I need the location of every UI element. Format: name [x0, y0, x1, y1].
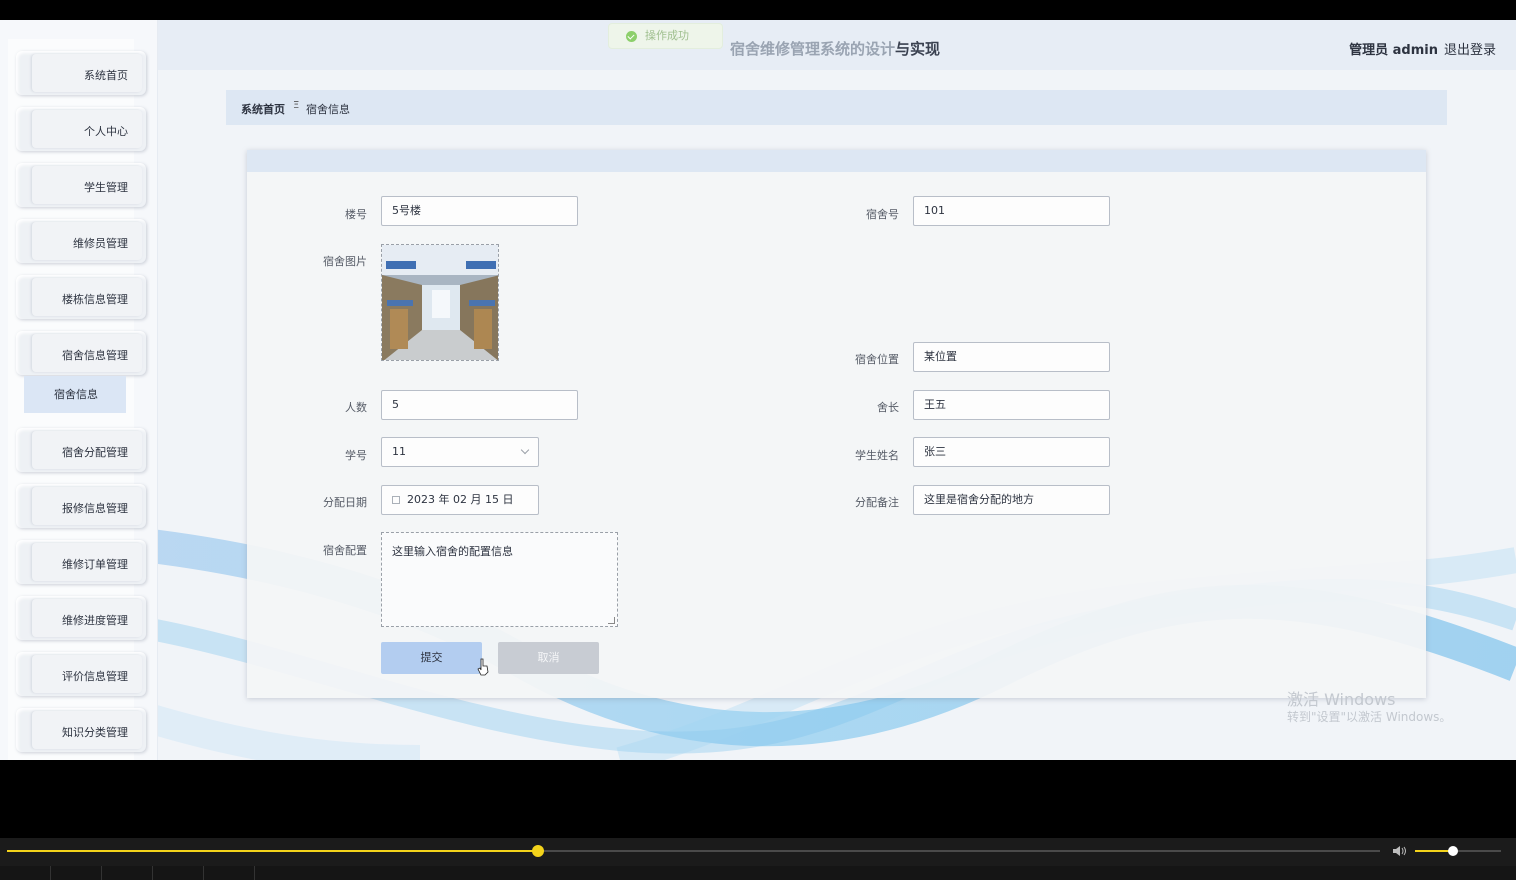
breadcrumb-home[interactable]: 系统首页 — [241, 101, 285, 117]
sidebar-item-label: 学生管理 — [84, 181, 128, 194]
form-card: 楼号 5号楼 宿舍号 101 宿舍图片 宿舍位置 某位置 人数 5 舍长 王五 … — [247, 150, 1426, 698]
sidebar-item-profile[interactable]: 个人中心 — [16, 107, 146, 151]
resize-grip-icon[interactable] — [608, 617, 615, 624]
cancel-button[interactable]: 取消 — [498, 642, 599, 674]
sidebar-item-students[interactable]: 学生管理 — [16, 163, 146, 207]
sidebar-item-label: 维修员管理 — [73, 237, 128, 250]
building-label: 楼号 — [345, 208, 367, 221]
logout-link[interactable]: 退出登录 — [1444, 39, 1496, 58]
count-label: 人数 — [345, 401, 367, 414]
sidebar-item-knowledge[interactable]: 知识分类管理 — [16, 708, 146, 752]
building-input[interactable]: 5号楼 — [381, 196, 578, 226]
note-label: 分配备注 — [855, 496, 899, 509]
title-part-2: 与实现 — [895, 40, 941, 58]
student-id-value: 11 — [392, 445, 406, 458]
location-label: 宿舍位置 — [855, 353, 899, 366]
sidebar-item-home[interactable]: 系统首页 — [16, 51, 146, 95]
sidebar-item-buildings[interactable]: 楼栋信息管理 — [16, 275, 146, 319]
submit-button[interactable]: 提交 — [381, 642, 482, 674]
breadcrumb-current: 宿舍信息 — [306, 103, 350, 116]
breadcrumb-separator: Ξ — [293, 100, 300, 111]
hand-cursor-icon — [477, 658, 489, 676]
volume-icon[interactable] — [1392, 844, 1408, 858]
student-name-label: 学生姓名 — [855, 449, 899, 462]
seek-progress — [7, 850, 539, 852]
screen: 系统首页 个人中心 学生管理 维修员管理 楼栋信息管理 宿舍信息管理 宿舍信息 … — [0, 0, 1516, 880]
config-value: 这里输入宿舍的配置信息 — [392, 545, 513, 558]
player-bottom-strip — [0, 866, 1516, 880]
leader-label: 舍长 — [877, 401, 899, 414]
media-player-bar — [0, 838, 1516, 880]
leader-input[interactable]: 王五 — [913, 390, 1110, 420]
config-label: 宿舍配置 — [323, 544, 367, 557]
volume-handle[interactable] — [1447, 846, 1458, 856]
student-id-select[interactable]: 11 — [381, 437, 539, 467]
sidebar-item-label: 维修进度管理 — [62, 614, 128, 627]
dorm-no-label: 宿舍号 — [866, 208, 899, 221]
toast-text: 操作成功 — [645, 29, 689, 42]
sidebar-item-dorms[interactable]: 宿舍信息管理 — [16, 331, 146, 375]
dorm-photo-upload[interactable] — [381, 244, 499, 361]
config-textarea[interactable]: 这里输入宿舍的配置信息 — [381, 532, 618, 627]
photo-label: 宿舍图片 — [323, 255, 367, 268]
sidebar-item-label: 楼栋信息管理 — [62, 293, 128, 306]
sidebar-item-label: 个人中心 — [84, 125, 128, 138]
check-circle-icon — [626, 31, 637, 42]
card-header-strip — [247, 150, 1426, 172]
sidebar-item-allocation[interactable]: 宿舍分配管理 — [16, 428, 146, 472]
chevron-down-icon — [520, 445, 530, 455]
date-picker[interactable]: 2023 年 02 月 15 日 — [381, 485, 539, 515]
breadcrumb: 系统首页 Ξ 宿舍信息 — [226, 90, 1447, 125]
success-toast: 操作成功 — [608, 23, 723, 49]
sidebar-item-label: 系统首页 — [84, 69, 128, 82]
sidebar-item-repairmen[interactable]: 维修员管理 — [16, 219, 146, 263]
dorm-photo-image — [382, 245, 498, 360]
location-input[interactable]: 某位置 — [913, 342, 1110, 372]
dorm-no-input[interactable]: 101 — [913, 196, 1110, 226]
count-input[interactable]: 5 — [381, 390, 578, 420]
seek-handle[interactable] — [532, 845, 545, 857]
user-label: 管理员 admin — [1349, 43, 1438, 58]
sidebar-item-repair-orders[interactable]: 维修订单管理 — [16, 540, 146, 584]
app-window: 系统首页 个人中心 学生管理 维修员管理 楼栋信息管理 宿舍信息管理 宿舍信息 … — [0, 20, 1516, 760]
top-header: 宿舍维修管理系统的设计与实现 管理员 admin 退出登录 — [158, 20, 1516, 70]
activation-watermark-subtitle: 转到"设置"以激活 Windows。 — [1287, 710, 1452, 724]
submenu-item-dorm-info[interactable]: 宿舍信息 — [24, 376, 126, 413]
activation-watermark-title: 激活 Windows — [1287, 690, 1396, 709]
sidebar-item-repair-reports[interactable]: 报修信息管理 — [16, 484, 146, 528]
student-name-input[interactable]: 张三 — [913, 437, 1110, 467]
student-id-label: 学号 — [345, 449, 367, 462]
note-input[interactable]: 这里是宿舍分配的地方 — [913, 485, 1110, 515]
sidebar-item-label: 报修信息管理 — [62, 502, 128, 515]
sidebar-item-label: 知识分类管理 — [62, 726, 128, 739]
date-label: 分配日期 — [323, 496, 367, 509]
sidebar-item-label: 宿舍分配管理 — [62, 446, 128, 459]
title-part-1: 宿舍维修管理系统的设计 — [730, 40, 896, 58]
calendar-icon — [392, 496, 400, 504]
sidebar: 系统首页 个人中心 学生管理 维修员管理 楼栋信息管理 宿舍信息管理 宿舍信息 … — [0, 20, 158, 760]
date-value: 2023 年 02 月 15 日 — [407, 493, 514, 506]
page-title: 宿舍维修管理系统的设计与实现 — [730, 38, 940, 59]
sidebar-item-label: 宿舍信息管理 — [62, 349, 128, 362]
sidebar-item-label: 评价信息管理 — [62, 670, 128, 683]
sidebar-item-reviews[interactable]: 评价信息管理 — [16, 652, 146, 696]
sidebar-item-repair-progress[interactable]: 维修进度管理 — [16, 596, 146, 640]
sidebar-item-label: 维修订单管理 — [62, 558, 128, 571]
